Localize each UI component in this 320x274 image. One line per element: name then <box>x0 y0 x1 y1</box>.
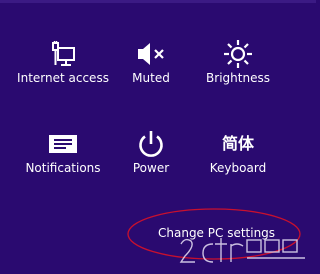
notifications-icon <box>13 126 113 162</box>
panel-top-border <box>0 0 316 3</box>
brightness-tile[interactable]: Brightness <box>188 36 288 106</box>
keyboard-tile[interactable]: 简体 Keyboard <box>188 126 288 196</box>
network-icon <box>13 36 113 72</box>
keyboard-label: Keyboard <box>209 161 267 175</box>
speaker-muted-icon <box>101 36 201 72</box>
change-pc-settings-link[interactable]: Change PC settings <box>158 226 275 240</box>
brightness-icon <box>188 36 288 72</box>
input-language-glyph: 简体 <box>221 134 254 153</box>
brightness-label: Brightness <box>206 71 270 85</box>
power-icon <box>101 126 201 162</box>
keyboard-icon: 简体 <box>188 126 288 162</box>
